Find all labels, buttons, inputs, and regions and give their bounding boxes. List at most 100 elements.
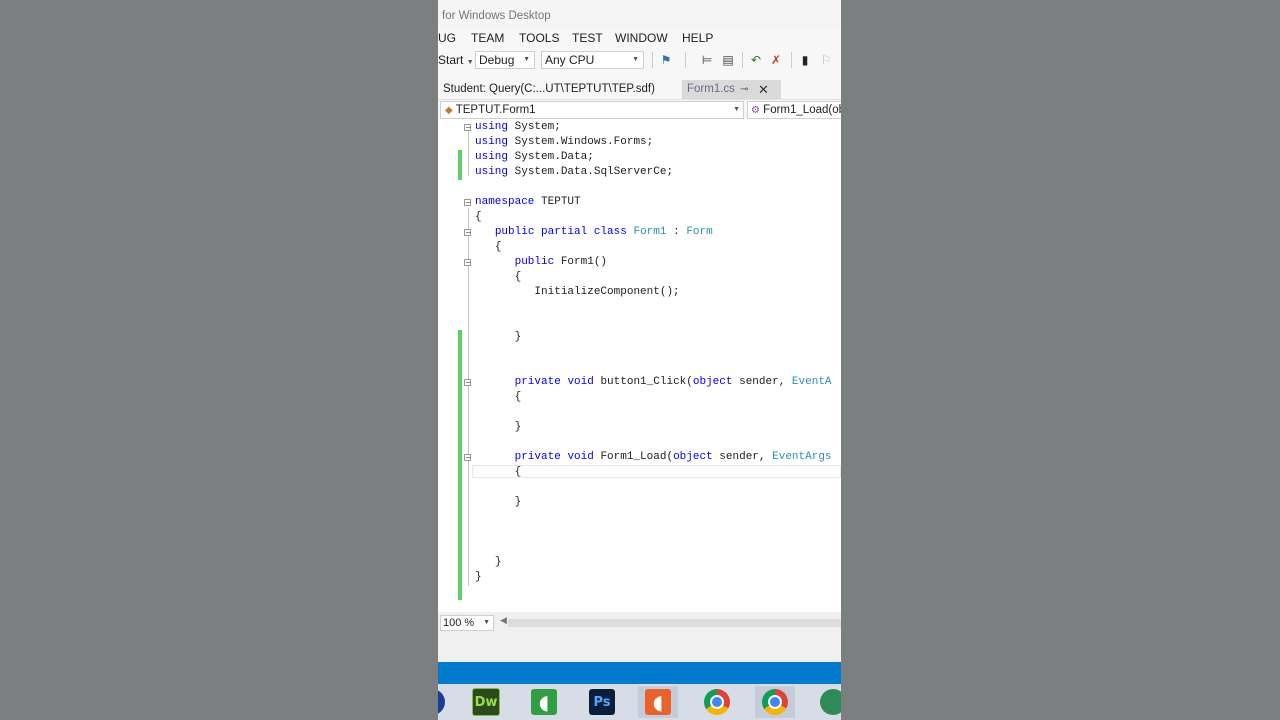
uncomment-icon[interactable]: ✗ — [769, 53, 783, 67]
status-bar — [438, 662, 841, 684]
toolbar-separator — [791, 52, 792, 68]
code-line: public Form1() — [514, 256, 608, 268]
find-in-files-icon[interactable]: ⚑ — [659, 53, 673, 67]
chrome-icon — [704, 689, 730, 715]
method-icon: ⚙ — [751, 105, 760, 116]
code-line: } — [475, 571, 482, 583]
menu-debug[interactable]: UG — [438, 31, 456, 45]
code-line: } — [514, 496, 522, 508]
solution-configuration-combo[interactable]: Debug ▼ — [475, 51, 535, 69]
code-line: using System.Data.SqlServerCe; — [475, 166, 674, 178]
chevron-down-icon: ▼ — [632, 56, 639, 63]
taskbar-dreamweaver[interactable]: Dw — [466, 686, 506, 718]
code-line: private void button1_Click(object sender… — [514, 376, 832, 388]
next-bookmark-icon[interactable]: ⚐ — [819, 53, 833, 67]
visual-studio-window: for Windows Desktop UG TEAM TOOLS TEST W… — [438, 0, 841, 720]
code-line: } — [514, 331, 522, 343]
chevron-down-icon: ▼ — [733, 106, 740, 113]
pin-icon[interactable]: ⊸ — [740, 80, 748, 99]
change-indicator — [458, 330, 462, 600]
menu-tools[interactable]: TOOLS — [519, 31, 559, 45]
taskbar-camtasia[interactable]: ◖ — [524, 686, 564, 718]
outdent-icon[interactable]: ▤ — [721, 53, 735, 67]
zoom-value: 100 % — [443, 617, 475, 629]
tab-student-query[interactable]: Student: Query(C:...UT\TEPTUT\TEP.sdf) — [438, 80, 685, 99]
collapse-icon[interactable]: − — [464, 379, 472, 387]
code-line: private void Form1_Load(object sender, E… — [514, 451, 832, 463]
current-line-highlight — [472, 465, 841, 478]
type-selector-value: TEPTUT.Form1 — [455, 104, 536, 116]
chevron-down-icon: ▼ — [483, 619, 490, 626]
collapse-icon[interactable]: − — [464, 124, 472, 132]
scroll-left-icon[interactable]: ◀ — [500, 615, 507, 626]
editor-bottom-strip: 100 % ▼ ◀ — [438, 612, 841, 634]
member-selector-value: Form1_Load(ob — [763, 104, 841, 116]
tab-label: Student: Query(C:...UT\TEPTUT\TEP.sdf) — [443, 83, 655, 95]
collapse-icon[interactable]: − — [464, 454, 472, 462]
menu-test[interactable]: TEST — [572, 31, 603, 45]
toolbar-separator — [652, 52, 653, 68]
bookmark-icon[interactable]: ▮ — [798, 53, 812, 67]
close-icon[interactable]: ✕ — [758, 80, 769, 99]
taskbar-photoshop[interactable]: Ps — [582, 686, 622, 718]
chrome-icon — [762, 689, 788, 715]
start-label: Start — [438, 53, 464, 67]
code-line: } — [494, 556, 502, 568]
code-line: } — [514, 421, 522, 433]
code-editor[interactable]: − − − − − − using System; using System.W… — [438, 119, 841, 612]
code-line: { — [514, 391, 522, 403]
code-line: { — [494, 241, 502, 253]
code-line: public partial class Form1 : Form — [494, 226, 713, 238]
class-icon: ◆ — [445, 105, 453, 116]
app-icon — [438, 689, 445, 715]
camtasia-recorder-icon: ◖ — [645, 689, 671, 715]
taskbar-item[interactable] — [438, 686, 452, 718]
taskbar-camtasia-recorder[interactable]: ◖ — [638, 686, 678, 718]
photoshop-icon: Ps — [589, 689, 615, 715]
toolbar-separator — [742, 52, 743, 68]
member-selector-combo[interactable]: ⚙ Form1_Load(ob — [747, 101, 841, 119]
chevron-down-icon: ▼ — [523, 56, 530, 63]
menu-bar: UG TEAM TOOLS TEST WINDOW HELP — [438, 28, 841, 48]
tab-label: Form1.cs — [687, 83, 735, 95]
taskbar-chrome-2[interactable] — [755, 686, 795, 718]
outline-guide — [468, 128, 469, 176]
comment-icon[interactable]: ↶ — [749, 53, 763, 67]
code-line: using System.Windows.Forms; — [475, 136, 654, 148]
collapse-icon[interactable]: − — [464, 229, 472, 237]
platform-value: Any CPU — [545, 53, 595, 67]
window-title: for Windows Desktop — [442, 10, 551, 22]
change-indicator — [458, 150, 462, 180]
code-line: using System; — [475, 121, 561, 133]
document-tab-row: Student: Query(C:...UT\TEPTUT\TEP.sdf) F… — [438, 80, 841, 99]
camtasia-icon: ◖ — [531, 689, 557, 715]
title-bar: for Windows Desktop — [438, 0, 841, 30]
output-pane-area — [438, 634, 841, 662]
code-area[interactable]: − − − − − − using System; using System.W… — [438, 119, 841, 612]
tab-form1-cs[interactable]: Form1.cs ⊸ ✕ — [682, 80, 781, 99]
code-line: { — [514, 271, 522, 283]
code-line: using System.Data; — [475, 151, 594, 163]
navigation-bar: ◆ TEPTUT.Form1 ▼ ⚙ Form1_Load(ob — [438, 99, 841, 120]
solution-platform-combo[interactable]: Any CPU ▼ — [541, 51, 644, 69]
menu-help[interactable]: HELP — [682, 31, 713, 45]
indent-icon[interactable]: ⊨ — [700, 53, 714, 67]
collapse-icon[interactable]: − — [464, 259, 472, 267]
type-selector-combo[interactable]: ◆ TEPTUT.Form1 ▼ — [440, 101, 744, 119]
horizontal-scrollbar[interactable] — [508, 619, 841, 627]
start-dropdown-icon[interactable]: ▼ — [467, 59, 474, 66]
taskbar-chrome[interactable] — [697, 686, 737, 718]
dreamweaver-icon: Dw — [472, 688, 500, 716]
taskbar-item[interactable] — [813, 686, 841, 718]
standard-toolbar: Start ▼ Debug ▼ Any CPU ▼ ⚑ ⊨ ▤ ↶ ✗ ▮ ⚐ — [438, 49, 841, 73]
code-line: InitializeComponent(); — [534, 286, 680, 298]
collapse-icon[interactable]: − — [464, 199, 472, 207]
zoom-combo[interactable]: 100 % ▼ — [440, 615, 494, 631]
code-line: { — [475, 211, 482, 223]
code-line: namespace TEPTUT — [475, 196, 581, 208]
menu-window[interactable]: WINDOW — [615, 31, 668, 45]
menu-team[interactable]: TEAM — [471, 31, 504, 45]
start-button[interactable]: Start ▼ — [438, 53, 474, 67]
configuration-value: Debug — [479, 53, 515, 67]
toolbar-separator — [685, 52, 686, 68]
